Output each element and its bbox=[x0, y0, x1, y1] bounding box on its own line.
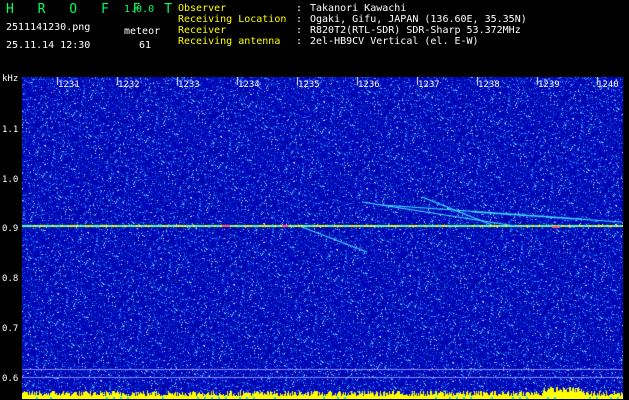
y-tick-label: 0.7 bbox=[2, 324, 19, 334]
minute-label: 1232 bbox=[118, 80, 140, 90]
info-key: Receiving antenna bbox=[178, 36, 281, 47]
minute-label: 1238 bbox=[478, 80, 500, 90]
datetime-label: 25.11.14 12:30 bbox=[6, 40, 91, 51]
info-value: 2el-HB9CV Vertical (el. E-W) bbox=[310, 36, 479, 47]
y-tick-label: 0.8 bbox=[2, 274, 19, 284]
filename-label: 2511141230.png bbox=[6, 22, 91, 33]
minute-label: 1234 bbox=[238, 80, 260, 90]
info-value: R820T2(RTL-SDR) SDR-Sharp 53.372MHz bbox=[310, 25, 521, 36]
meteor-label: meteor bbox=[124, 26, 161, 37]
minute-label: 1237 bbox=[418, 80, 440, 90]
minute-label: 1239 bbox=[538, 80, 560, 90]
info-row-location: Receiving Location : Ogaki, Gifu, JAPAN … bbox=[178, 14, 527, 25]
y-tick-label: 1.1 bbox=[2, 125, 19, 135]
meteor-count: 61 bbox=[139, 40, 152, 51]
axis-unit-label: kHz bbox=[2, 74, 19, 84]
info-key: Observer bbox=[178, 3, 227, 14]
info-sep: : bbox=[296, 14, 303, 25]
spectrogram-canvas bbox=[22, 77, 623, 399]
minute-label: 1236 bbox=[358, 80, 380, 90]
info-row-receiver: Receiver : R820T2(RTL-SDR) SDR-Sharp 53.… bbox=[178, 25, 527, 36]
spectrogram bbox=[22, 77, 623, 399]
y-tick-label: 0.6 bbox=[2, 374, 19, 384]
info-key: Receiving Location bbox=[178, 14, 287, 25]
station-info: Observer : Takanori Kawachi Receiving Lo… bbox=[178, 3, 527, 47]
info-value: Ogaki, Gifu, JAPAN (136.60E, 35.35N) bbox=[310, 14, 527, 25]
y-tick-label: 1.0 bbox=[2, 175, 19, 185]
info-sep: : bbox=[296, 3, 303, 14]
info-row-antenna: Receiving antenna : 2el-HB9CV Vertical (… bbox=[178, 36, 527, 47]
minute-label: 1231 bbox=[58, 80, 80, 90]
minute-label: 1235 bbox=[298, 80, 320, 90]
y-tick-label: 0.9 bbox=[2, 224, 19, 234]
info-row-observer: Observer : Takanori Kawachi bbox=[178, 3, 527, 14]
version-label: 1.0.0 bbox=[124, 4, 155, 15]
info-value: Takanori Kawachi bbox=[310, 3, 407, 14]
info-sep: : bbox=[296, 25, 303, 36]
info-sep: : bbox=[296, 36, 303, 47]
info-key: Receiver bbox=[178, 25, 227, 36]
minute-label: 1233 bbox=[178, 80, 200, 90]
minute-label: 1240 bbox=[597, 80, 619, 90]
